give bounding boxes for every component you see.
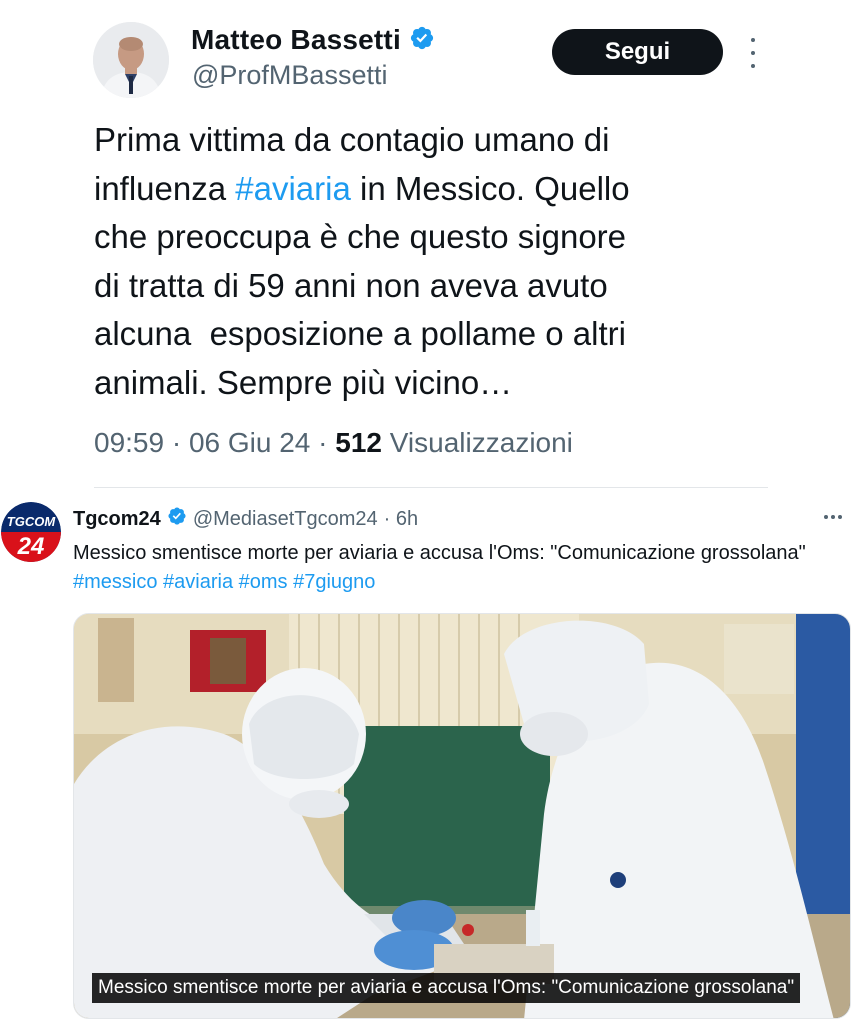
hashtag-link[interactable]: #aviaria [235,170,351,207]
quoted-media-image[interactable] [73,613,851,1019]
author-avatar[interactable] [93,22,169,98]
views-count: 512 [335,427,382,458]
tweet-meta: 09:59 · 06 Giu 24 · 512 Visualizzazioni [94,427,573,459]
media-caption: Messico smentisce morte per aviaria e ac… [92,973,801,1003]
tweet-text: Prima vittima da contagio umano di influ… [94,116,794,407]
more-horizontal-icon[interactable] [824,515,842,519]
quoted-hashtags[interactable]: #messico #aviaria #oms #7giugno [73,571,375,593]
avatar-photo [93,22,169,98]
follow-button[interactable]: Segui [552,29,723,75]
divider [94,487,768,488]
quoted-text-body: Messico smentisce morte per aviaria e ac… [73,542,806,564]
verified-badge-icon [167,506,187,532]
tweet-timestamp[interactable]: 09:59 · 06 Giu 24 · [94,427,335,458]
tgcom24-logo: TGCOM 24 [1,502,61,562]
logo-text-bottom: 24 [17,533,45,560]
quoted-author-handle[interactable]: @MediasetTgcom24 [193,508,378,531]
verified-badge-icon [409,25,435,56]
quoted-author-avatar[interactable]: TGCOM 24 [1,502,61,562]
quoted-author-name[interactable]: Tgcom24 [73,508,161,531]
quoted-tweet-age[interactable]: · 6h [384,508,418,531]
logo-text-top: TGCOM [7,514,57,529]
views-label: Visualizzazioni [381,427,573,458]
author-handle[interactable]: @ProfMBassetti [192,60,387,91]
author-name[interactable]: Matteo Bassetti [191,24,401,56]
more-vertical-icon[interactable] [746,38,760,68]
quoted-tweet-text: Messico smentisce morte per aviaria e ac… [73,539,833,597]
lab-photo [74,614,850,1018]
